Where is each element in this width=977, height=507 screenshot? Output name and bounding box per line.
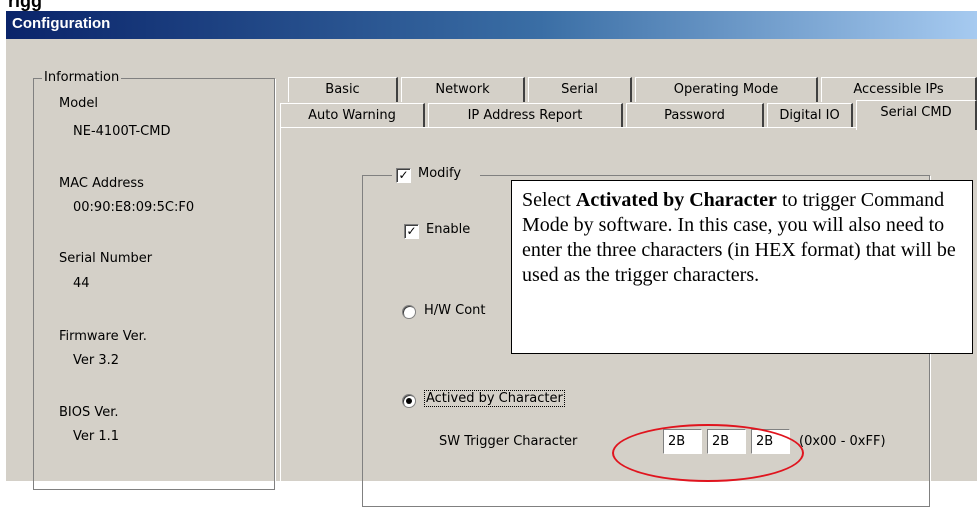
mac-address-label: MAC Address bbox=[59, 176, 144, 191]
tab-network[interactable]: Network bbox=[401, 77, 525, 102]
firmware-version-value: Ver 3.2 bbox=[73, 353, 120, 368]
modify-checkbox[interactable]: ✓ bbox=[396, 168, 411, 183]
highlight-ellipse bbox=[612, 424, 804, 482]
enable-label: Enable bbox=[426, 222, 471, 237]
modify-label: Modify bbox=[418, 166, 462, 181]
tab-password[interactable]: Password bbox=[626, 103, 764, 128]
window-title: Configuration bbox=[12, 15, 111, 32]
enable-checkbox[interactable]: ✓ bbox=[404, 224, 419, 239]
model-label: Model bbox=[59, 96, 99, 111]
tab-operating-mode[interactable]: Operating Mode bbox=[635, 77, 818, 102]
hw-control-label: H/W Cont bbox=[424, 303, 486, 318]
tab-serial-cmd[interactable]: Serial CMD bbox=[856, 100, 977, 130]
sw-trigger-character-label: SW Trigger Character bbox=[439, 434, 578, 449]
bios-version-label: BIOS Ver. bbox=[59, 405, 119, 420]
firmware-version-label: Firmware Ver. bbox=[59, 329, 147, 344]
tab-ip-address-report[interactable]: IP Address Report bbox=[428, 103, 623, 128]
tab-basic[interactable]: Basic bbox=[288, 77, 398, 102]
activated-by-character-label[interactable]: Actived by Character bbox=[424, 390, 565, 407]
information-legend: Information bbox=[42, 70, 122, 85]
hw-control-radio[interactable] bbox=[402, 305, 416, 319]
mac-address-value: 00:90:E8:09:5C:F0 bbox=[73, 200, 195, 215]
bios-version-value: Ver 1.1 bbox=[73, 429, 120, 444]
serial-number-value: 44 bbox=[73, 276, 90, 291]
callout-bold-text: Activated by Character bbox=[575, 189, 777, 211]
hex-range-hint: (0x00 - 0xFF) bbox=[799, 434, 886, 449]
activated-by-character-radio[interactable] bbox=[402, 394, 416, 408]
model-value: NE-4100T-CMD bbox=[73, 124, 171, 139]
serial-number-label: Serial Number bbox=[59, 251, 153, 266]
window-titlebar: Configuration bbox=[6, 11, 977, 39]
tab-digital-io[interactable]: Digital IO bbox=[767, 103, 853, 128]
tab-accessible-ips[interactable]: Accessible IPs bbox=[821, 77, 977, 102]
callout-text-before: Select bbox=[522, 189, 576, 211]
tab-auto-warning[interactable]: Auto Warning bbox=[280, 103, 425, 128]
instruction-callout: Select Activated by Character to trigger… bbox=[511, 180, 973, 354]
tab-serial[interactable]: Serial bbox=[528, 77, 632, 102]
information-groupbox: Information bbox=[33, 70, 275, 490]
